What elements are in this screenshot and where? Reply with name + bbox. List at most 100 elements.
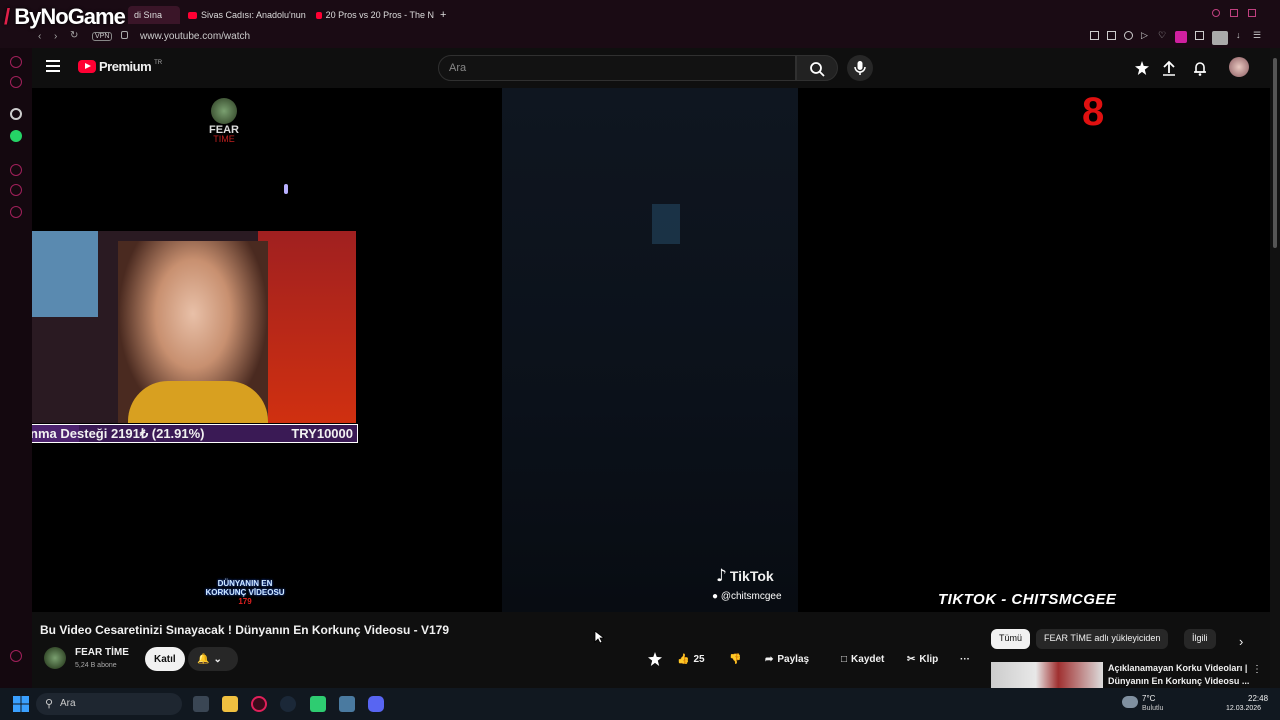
clip-button[interactable]: ✂ Klip [898, 647, 947, 671]
new-tab-button[interactable]: + [440, 6, 452, 24]
bynogame-logo: / ByNoGame [4, 4, 126, 29]
save-label: Kaydet [851, 653, 885, 665]
menu-icon[interactable]: ☰ [1253, 31, 1262, 40]
browser-sidebar [0, 48, 32, 688]
search-input[interactable]: Ara [438, 55, 796, 81]
download-icon[interactable] [10, 184, 22, 196]
download-icon[interactable]: ↓ [1236, 31, 1245, 40]
page-scrollbar[interactable] [1270, 48, 1280, 688]
tab-label: Sivas Cadısı: Anadolu'nun [201, 10, 306, 20]
minimize-icon[interactable] [1212, 9, 1220, 17]
heart-icon[interactable]: ♡ [1158, 31, 1167, 40]
search-button[interactable] [796, 55, 838, 81]
settings-icon[interactable] [10, 206, 22, 218]
hamburger-menu-icon[interactable] [46, 60, 60, 72]
taskbar-search-label: Ara [60, 698, 76, 709]
history-icon[interactable] [10, 56, 22, 68]
clock-time[interactable]: 22:48 [1248, 694, 1268, 703]
tab-sivas[interactable]: Sivas Cadısı: Anadolu'nun [188, 6, 306, 24]
series-logo-line3: 179 [238, 597, 252, 606]
like-button[interactable]: 👍 25 [668, 647, 716, 671]
scrollbar-thumb[interactable] [1273, 58, 1277, 248]
tiktok-credit: TIKTOK - CHITSMCGEE [938, 591, 1117, 608]
reload-icon[interactable]: ↻ [70, 30, 78, 41]
browser-toolbar-icons: ▷ ♡ ↓ ☰ [1090, 31, 1262, 45]
puzzle-icon[interactable] [1195, 31, 1204, 40]
streamer-sweater [128, 381, 268, 423]
settings-app-icon[interactable] [339, 696, 355, 712]
more-vert-icon[interactable]: ⋮ [1252, 664, 1262, 675]
video-player[interactable]: FEAR TIME 8 Taşınma Desteği 2191₺ (21.91… [32, 88, 1270, 612]
vpn-badge[interactable]: VPN [92, 32, 113, 41]
subscribed-dropdown-button[interactable]: 🔔 ⌄ [188, 647, 238, 671]
gemini-icon[interactable] [1135, 61, 1149, 75]
user-avatar[interactable] [1229, 57, 1249, 77]
chip-from-uploader[interactable]: FEAR TİME adlı yükleyiciden [1036, 629, 1169, 649]
maximize-icon[interactable] [1230, 9, 1238, 17]
chip-related[interactable]: İlgili [1184, 629, 1216, 649]
tab-label: 20 Pros vs 20 Pros - The N [325, 10, 434, 20]
task-view-icon[interactable] [193, 696, 209, 712]
taskbar-search[interactable]: ⚲ Ara [36, 693, 182, 715]
donation-goal-bar: Taşınma Desteği 2191₺ (21.91%) TRY10000 [32, 424, 358, 443]
url-field[interactable]: www.youtube.com/watch [140, 31, 250, 42]
app-icon[interactable] [310, 696, 326, 712]
share-button[interactable]: ➦ Paylaş [756, 647, 818, 671]
play-icon[interactable]: ▷ [1141, 31, 1150, 40]
forward-icon[interactable]: › [54, 31, 57, 42]
search-icon: ⚲ [45, 698, 54, 710]
youtube-logo[interactable]: Premium TR [78, 59, 162, 74]
related-video-title-line1[interactable]: Açıklanamayan Korku Videoları | [1108, 663, 1247, 673]
whatsapp-icon[interactable] [10, 130, 22, 142]
youtube-header: Premium TR Ara [32, 48, 1270, 88]
openai-icon[interactable] [10, 108, 22, 120]
clock-icon[interactable] [10, 164, 22, 176]
subscriber-count: 5,24 B abone [75, 662, 117, 669]
weather-description[interactable]: Bulutlu [1142, 705, 1163, 712]
video-thumbnail[interactable] [991, 662, 1103, 688]
more-actions-button[interactable]: ··· [956, 647, 980, 671]
sidebar-toggle-icon[interactable] [10, 650, 22, 662]
snapshot-icon[interactable] [1107, 31, 1116, 40]
channel-avatar[interactable] [44, 647, 66, 669]
fear-time-watermark: FEAR TIME [204, 98, 244, 144]
chips-next-arrow-icon[interactable]: › [1239, 634, 1243, 649]
opera-gx-icon[interactable] [251, 696, 267, 712]
series-logo-line1: DÜNYANIN EN [217, 579, 273, 588]
gaming-icon[interactable] [10, 76, 22, 88]
steam-icon[interactable] [280, 696, 296, 712]
block-icon[interactable] [1124, 31, 1133, 40]
restore-icon[interactable] [1248, 9, 1256, 17]
chip-all[interactable]: Tümü [991, 629, 1031, 649]
ask-ai-icon[interactable] [648, 652, 662, 666]
back-icon[interactable]: ‹ [38, 31, 41, 42]
window-controls [1212, 9, 1256, 19]
weather-cloud-icon [1122, 696, 1138, 708]
pin-icon[interactable] [1090, 31, 1099, 40]
related-video-title-line2[interactable]: Dünyanın En Korkunç Videosu ... [1108, 676, 1249, 686]
donation-target: TRY10000 [291, 426, 353, 441]
clock-date[interactable]: 12.03.2026 [1226, 705, 1261, 712]
save-button[interactable]: □ Kaydet [832, 647, 893, 671]
cursor-glint [284, 184, 288, 194]
dislike-button[interactable]: 👎 [720, 647, 746, 671]
share-arrow-icon: ➦ [765, 653, 774, 665]
voice-search-button[interactable] [847, 55, 873, 81]
file-explorer-icon[interactable] [222, 696, 238, 712]
extension-icon[interactable] [1175, 31, 1187, 43]
join-button[interactable]: Katıl [145, 647, 185, 671]
youtube-icon [316, 11, 322, 19]
chevron-down-icon: ⌄ [213, 653, 222, 665]
windows-start-icon[interactable] [13, 696, 29, 712]
channel-name[interactable]: FEAR TİME [75, 647, 129, 658]
notifications-bell-icon[interactable] [1193, 60, 1207, 76]
upload-icon[interactable] [1162, 60, 1176, 76]
tab-pros[interactable]: 20 Pros vs 20 Pros - The N [316, 6, 434, 24]
donation-label: Taşınma Desteği 2191₺ (21.91%) [32, 425, 205, 441]
discord-icon[interactable] [368, 696, 384, 712]
weather-temperature[interactable]: 7°C [1142, 694, 1155, 703]
tab-active[interactable]: di Sına [128, 6, 180, 24]
profile-avatar[interactable] [1212, 31, 1228, 45]
series-logo: DÜNYANIN EN KORKUNÇ VİDEOSU 179 [192, 579, 298, 606]
browser-tab-bar: di Sına Sivas Cadısı: Anadolu'nun 20 Pro… [0, 0, 1280, 28]
